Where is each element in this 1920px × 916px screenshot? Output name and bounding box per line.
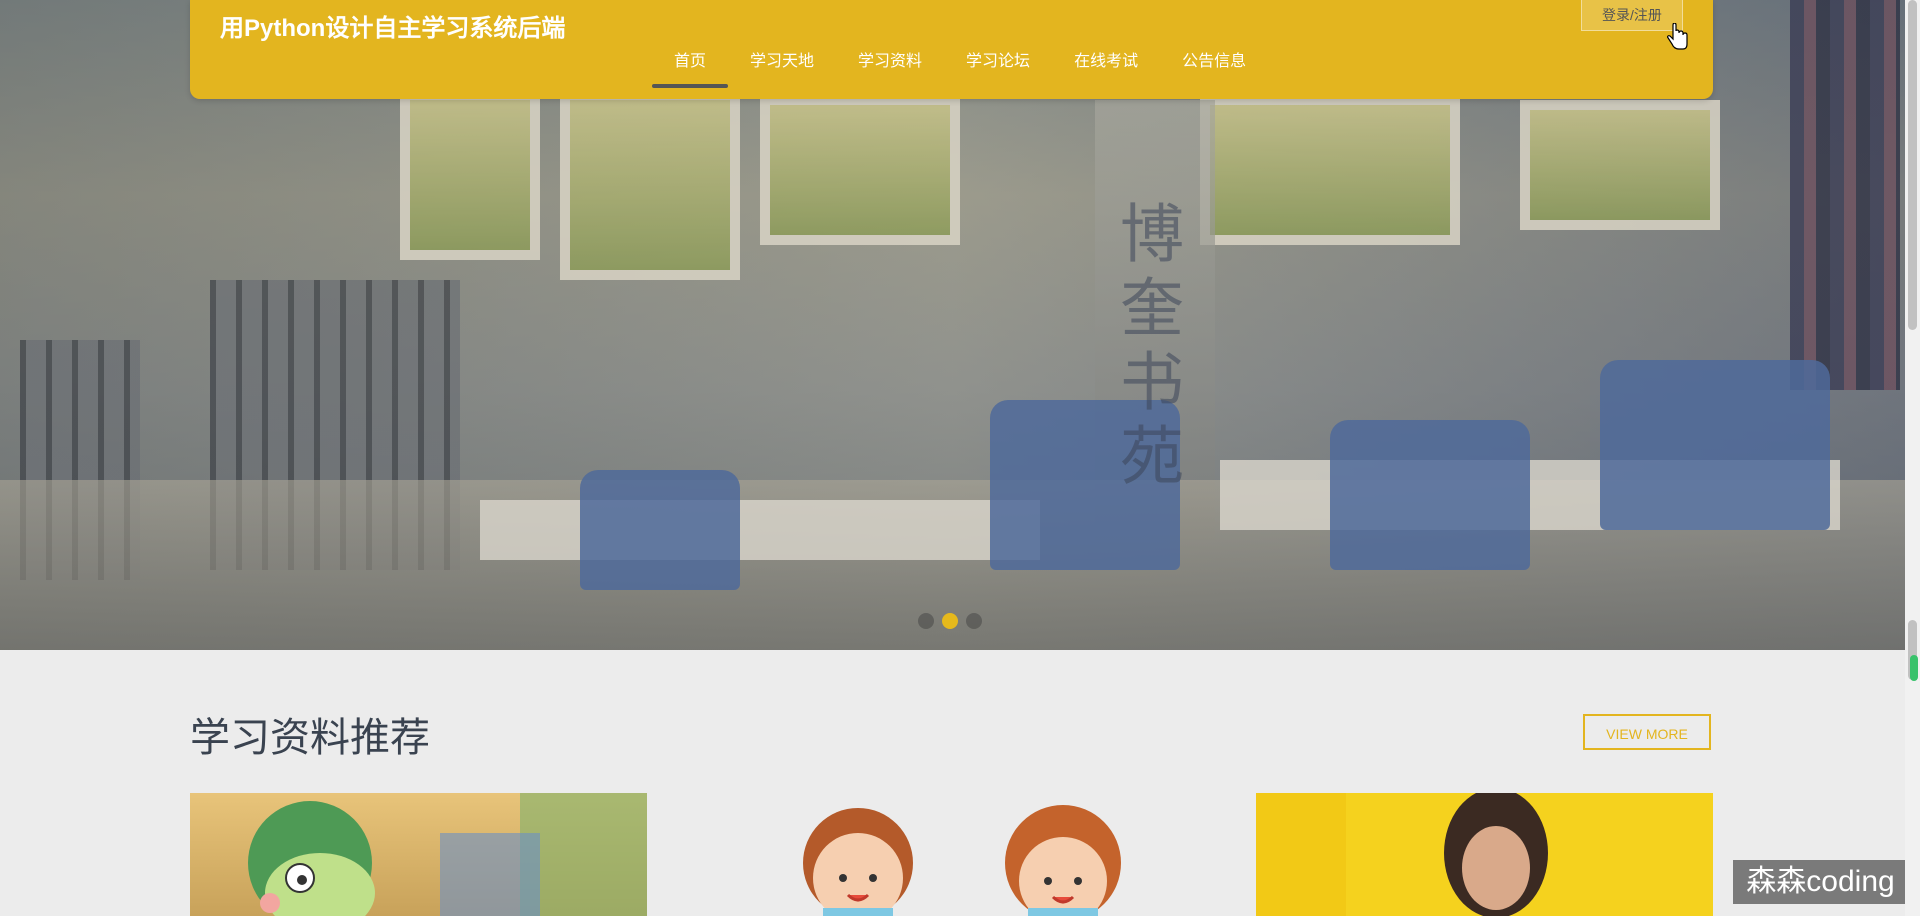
classroom-window — [1200, 95, 1460, 245]
main-nav: 首页 学习天地 学习资料 学习论坛 在线考试 公告信息 — [652, 52, 1268, 88]
card-illustration — [803, 805, 1121, 916]
classroom-window — [760, 95, 960, 245]
carousel-dot-active[interactable] — [942, 613, 958, 629]
classroom-chair — [1330, 420, 1530, 570]
classroom-chair — [580, 470, 740, 590]
classroom-chair — [1600, 360, 1830, 530]
watermark-label: 森森coding — [1733, 860, 1908, 904]
material-card[interactable] — [748, 793, 1178, 916]
carousel-dots — [918, 613, 982, 629]
classroom-window — [560, 90, 740, 280]
site-header: 用Python设计自主学习系统后端 首页 学习天地 学习资料 学习论坛 在线考试… — [190, 0, 1713, 99]
hero-sign-text: 博奎书苑 — [1109, 200, 1183, 496]
nav-item-announcements[interactable]: 公告信息 — [1160, 52, 1268, 88]
section-title: 学习资料推荐 — [190, 715, 430, 761]
classroom-desk — [480, 500, 1040, 560]
material-card[interactable] — [1256, 793, 1713, 916]
classroom-curtain — [1790, 0, 1900, 390]
nav-item-home[interactable]: 首页 — [652, 52, 729, 88]
site-title: 用Python设计自主学习系统后端 — [220, 15, 566, 42]
carousel-dot[interactable] — [966, 613, 982, 629]
material-card[interactable] — [190, 793, 647, 916]
mouse-pointer-icon — [1667, 23, 1688, 50]
classroom-window — [1520, 100, 1720, 230]
nav-item-study-materials[interactable]: 学习资料 — [836, 52, 944, 88]
scrollbar-thumb[interactable] — [1908, 0, 1917, 330]
card-illustration — [1256, 793, 1713, 916]
nav-item-study-forum[interactable]: 学习论坛 — [944, 52, 1052, 88]
scroll-indicator — [1910, 655, 1918, 681]
page-scrollbar[interactable] — [1905, 0, 1920, 916]
card-illustration — [248, 793, 647, 916]
view-more-button[interactable]: VIEW MORE — [1583, 714, 1711, 750]
nav-item-online-exam[interactable]: 在线考试 — [1052, 52, 1160, 88]
classroom-window — [400, 90, 540, 260]
nav-item-study-world[interactable]: 学习天地 — [728, 52, 836, 88]
carousel-dot[interactable] — [918, 613, 934, 629]
